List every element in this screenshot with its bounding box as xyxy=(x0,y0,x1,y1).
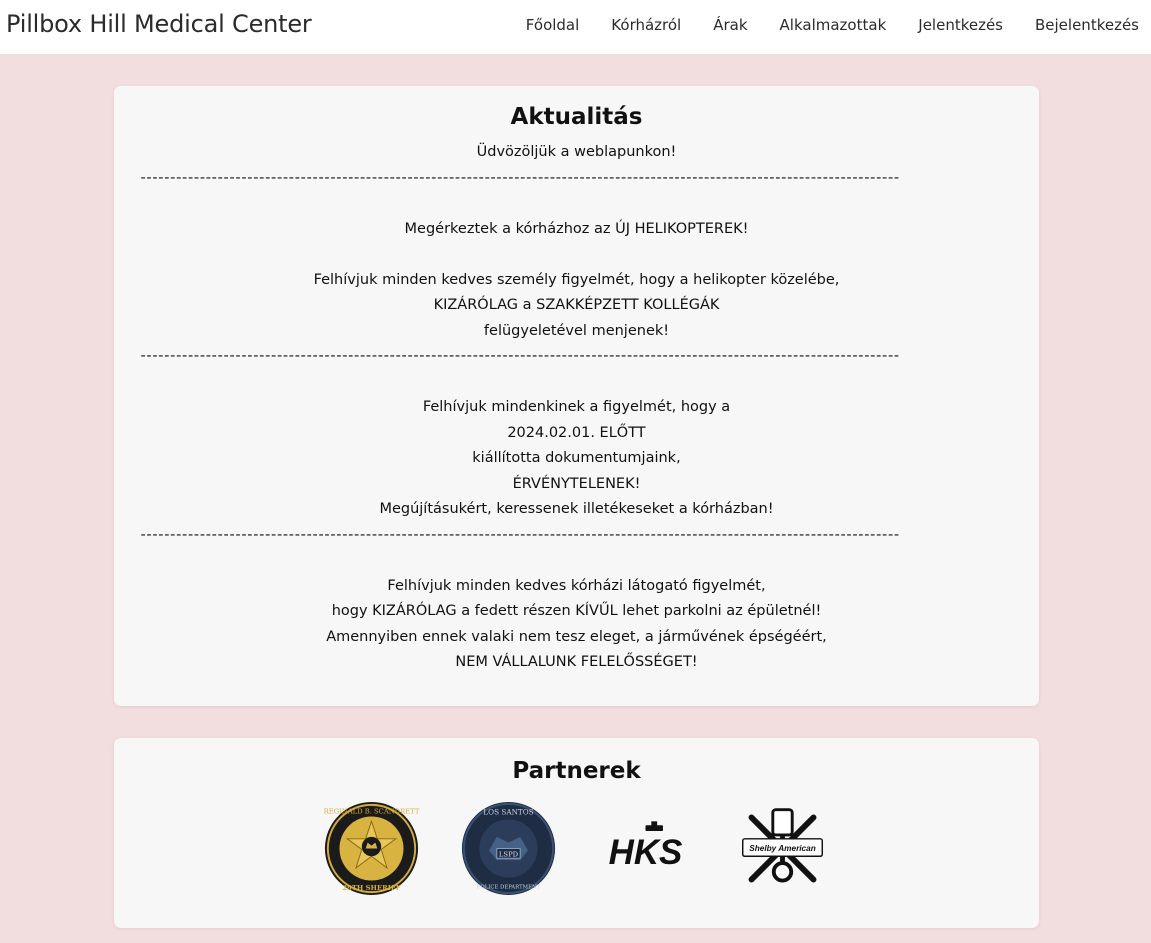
news-line: hogy KIZÁRÓLAG a fedett részen KÍVŰL leh… xyxy=(331,603,822,619)
lspd-top-text: LOS SANTOS xyxy=(483,808,533,817)
news-line: Amennyiben ennek valaki nem tesz eleget,… xyxy=(326,628,827,645)
divider: ----------------------------------------… xyxy=(140,348,900,364)
nav-link-about[interactable]: Kórházról xyxy=(611,16,681,34)
hks-logo-icon[interactable]: HKS xyxy=(597,800,694,897)
news-title: Aktualitás xyxy=(510,104,643,130)
news-line: Megérkeztek a kórházhoz az ÚJ HELIKOPTER… xyxy=(404,220,749,237)
news-line: ÉRVÉNYTELENEK! xyxy=(512,475,641,492)
lspd-bottom-text: POLICE DEPARTMENT xyxy=(476,884,540,890)
partners-card: Partnerek REGINALD B. SCANDRETT 29TH SHE… xyxy=(114,738,1039,928)
partner-logos: REGINALD B. SCANDRETT 29TH SHERIFF LSPD … xyxy=(114,800,1039,897)
sheriff-bottom-text: 29TH SHERIFF xyxy=(342,884,400,892)
divider: ----------------------------------------… xyxy=(140,169,900,186)
news-line: Felhívjuk minden kedves kórházi látogató… xyxy=(387,577,766,594)
navbar: Pillbox Hill Medical Center Főoldal Kórh… xyxy=(0,0,1151,54)
news-line: Megújításukért, keressenek illetékeseket… xyxy=(379,501,774,517)
hks-text: HKS xyxy=(608,833,682,872)
news-line: Felhívjuk minden kedves személy figyelmé… xyxy=(313,271,840,288)
sheriff-top-text: REGINALD B. SCANDRETT xyxy=(323,808,419,816)
news-line: NEM VÁLLALUNK FELELŐSSÉGET! xyxy=(455,654,698,670)
sheriff-badge-icon[interactable]: REGINALD B. SCANDRETT 29TH SHERIFF xyxy=(323,800,420,897)
news-body: Üdvözöljük a weblapunkon! --------------… xyxy=(114,140,1039,676)
site-brand[interactable]: Pillbox Hill Medical Center xyxy=(6,10,312,38)
nav-link-prices[interactable]: Árak xyxy=(713,16,747,34)
shelby-text: Shelby American xyxy=(749,844,816,853)
news-card: Aktualitás Üdvözöljük a weblapunkon! ---… xyxy=(114,86,1039,706)
welcome-text: Üdvözöljük a weblapunkon! xyxy=(476,144,677,160)
partners-title: Partnerek xyxy=(512,758,641,784)
news-line: 2024.02.01. ELŐTT xyxy=(507,424,646,441)
shelby-american-logo-icon[interactable]: Shelby American xyxy=(734,800,831,897)
lspd-center-text: LSPD xyxy=(498,850,518,858)
nav-link-apply[interactable]: Jelentkezés xyxy=(918,16,1003,34)
news-line: Felhívjuk mindenkinek a figyelmét, hogy … xyxy=(422,399,731,415)
divider: ----------------------------------------… xyxy=(140,526,900,543)
police-seal-icon[interactable]: LSPD LOS SANTOS POLICE DEPARTMENT xyxy=(460,800,557,897)
nav-link-home[interactable]: Főoldal xyxy=(526,16,580,34)
main-nav: Főoldal Kórházról Árak Alkalmazottak Jel… xyxy=(526,16,1139,34)
news-line: felügyeletével menjenek! xyxy=(483,322,670,339)
news-line: kiállította dokumentumjaink, xyxy=(472,450,681,466)
nav-link-staff[interactable]: Alkalmazottak xyxy=(780,16,887,34)
nav-link-login[interactable]: Bejelentkezés xyxy=(1035,16,1139,34)
news-line: KIZÁRÓLAG a SZAKKÉPZETT KOLLÉGÁK xyxy=(433,297,720,313)
